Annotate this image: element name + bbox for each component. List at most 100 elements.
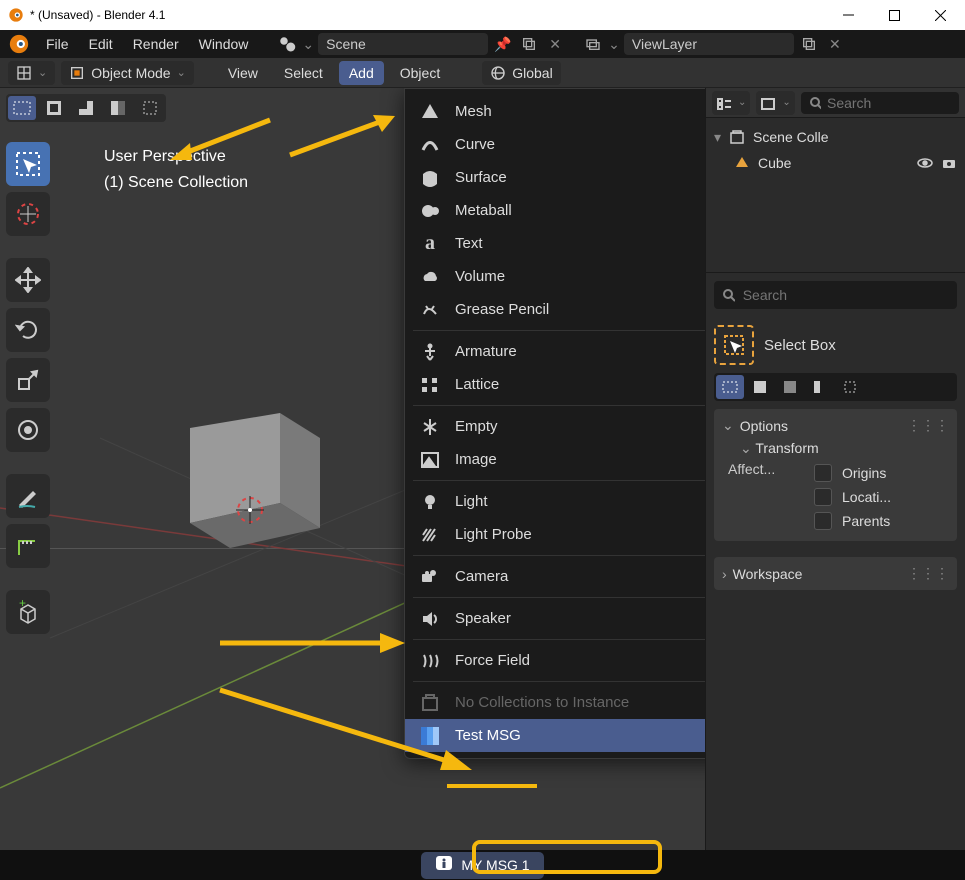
display-mode-dropdown[interactable]: ⌄ [756,91,794,115]
metaball-icon [419,200,441,222]
annotate-tool[interactable] [6,474,50,518]
add-test-msg[interactable]: Test MSG [405,719,705,752]
cube-mesh[interactable] [150,388,330,568]
add-empty[interactable]: Empty▶ [405,410,705,443]
add-curve[interactable]: Curve▶ [405,128,705,161]
add-mesh[interactable]: Mesh▶ [405,95,705,128]
select-subtract-icon[interactable] [776,375,804,399]
viewport-3d[interactable]: User Perspective (1) Scene Collection + [0,88,705,850]
eye-icon[interactable] [917,155,933,171]
viewport-header: ⌄ Object Mode ⌄ View Select Add Object G… [0,58,965,88]
cursor-tool[interactable] [6,192,50,236]
outliner-tree[interactable]: ▾ Scene Colle Cube [706,118,965,182]
add-cube-tool[interactable]: + [6,590,50,634]
minimize-button[interactable] [825,0,871,30]
close-button[interactable] [917,0,963,30]
locations-checkbox[interactable]: Locati... [796,485,949,509]
add-lattice[interactable]: Lattice [405,368,705,401]
view-menu[interactable]: View [218,61,268,85]
transform-header[interactable]: ⌄ Transform [722,440,949,457]
parents-checkbox[interactable]: Parents [796,509,949,533]
render-menu[interactable]: Render [125,32,187,56]
transform-tool[interactable] [6,408,50,452]
select-invert-icon[interactable] [104,96,132,120]
select-box-tool[interactable] [6,142,50,186]
measure-tool[interactable] [6,524,50,568]
camera-render-icon[interactable] [941,155,957,171]
maximize-button[interactable] [871,0,917,30]
add-speaker[interactable]: Speaker [405,602,705,635]
script-icon [419,725,441,747]
select-box-icon [714,325,754,365]
delete-layer-icon[interactable]: ✕ [824,33,846,55]
select-extend-icon[interactable] [40,96,68,120]
add-armature[interactable]: Armature▶ [405,335,705,368]
drag-handle-icon[interactable]: ⋮⋮⋮ [907,417,949,434]
scene-name-field[interactable]: Scene [318,33,488,55]
add-light[interactable]: Light▶ [405,485,705,518]
select-mode-row-right [714,373,957,401]
add-text[interactable]: aText [405,227,705,260]
annotation-box [472,840,662,874]
select-subtract-icon[interactable] [72,96,100,120]
blender-icon[interactable] [8,33,30,55]
drag-handle-icon[interactable]: ⋮⋮⋮ [907,565,949,582]
mesh-object-icon [734,155,750,171]
select-menu[interactable]: Select [274,61,333,85]
right-sidebar: ⌄ ⌄ ▾ Scene Colle Cube [705,88,965,850]
options-header[interactable]: ⌄Options⋮⋮⋮ [722,417,949,434]
window-titlebar: * (Unsaved) - Blender 4.1 [0,0,965,30]
select-intersect-icon[interactable] [836,375,864,399]
light-icon [419,491,441,513]
file-menu[interactable]: File [38,32,77,56]
workspace-panel[interactable]: ›Workspace⋮⋮⋮ [714,557,957,590]
viewlayer-field[interactable]: ViewLayer [624,33,794,55]
add-force-field[interactable]: Force Field▶ [405,644,705,677]
edit-menu[interactable]: Edit [81,32,121,56]
options-panel: ⌄Options⋮⋮⋮ ⌄ Transform Affect... Origin… [714,409,957,541]
outliner-search[interactable] [801,92,959,114]
object-menu[interactable]: Object [390,61,450,85]
surface-icon [419,167,441,189]
top-menu-bar: File Edit Render Window ⌄ Scene 📌 ✕ ⌄ Vi… [0,30,965,58]
add-camera[interactable]: Camera [405,560,705,593]
add-image[interactable]: Image▶ [405,443,705,476]
scene-browse-icon[interactable] [276,33,298,55]
properties-search-input[interactable] [743,287,949,303]
scene-collection-row[interactable]: ▾ Scene Colle [714,124,957,150]
copy-layer-icon[interactable] [798,33,820,55]
window-menu[interactable]: Window [191,32,257,56]
add-surface[interactable]: Surface▶ [405,161,705,194]
select-extend-icon[interactable] [746,375,774,399]
move-tool[interactable] [6,258,50,302]
pin-icon[interactable]: 📌 [492,33,514,55]
select-set-icon[interactable] [716,375,744,399]
add-light-probe[interactable]: Light Probe▶ [405,518,705,551]
image-icon [419,449,441,471]
orientation-dropdown[interactable]: Global [482,61,560,85]
rotate-tool[interactable] [6,308,50,352]
outliner-type-dropdown[interactable]: ⌄ [712,91,750,115]
add-menu[interactable]: Add [339,61,384,85]
mesh-icon [419,101,441,123]
cube-row[interactable]: Cube [714,150,957,176]
properties-search[interactable] [714,281,957,309]
perspective-label: User Perspective [104,144,248,170]
scale-tool[interactable] [6,358,50,402]
add-grease-pencil[interactable]: Grease Pencil▶ [405,293,705,326]
outliner-search-input[interactable] [827,95,951,111]
add-metaball[interactable]: Metaball▶ [405,194,705,227]
delete-scene-icon[interactable]: ✕ [544,33,566,55]
select-set-icon[interactable] [8,96,36,120]
force-field-icon [419,650,441,672]
annotation-underline [447,784,537,788]
select-intersect-icon[interactable] [136,96,164,120]
mode-dropdown[interactable]: Object Mode ⌄ [61,61,194,85]
viewlayer-browse-icon[interactable] [582,33,604,55]
origins-checkbox[interactable]: Origins [796,461,949,485]
select-invert-icon[interactable] [806,375,834,399]
copy-scene-icon[interactable] [518,33,540,55]
editor-type-dropdown[interactable]: ⌄ [8,61,55,85]
speaker-icon [419,608,441,630]
add-volume[interactable]: Volume▶ [405,260,705,293]
